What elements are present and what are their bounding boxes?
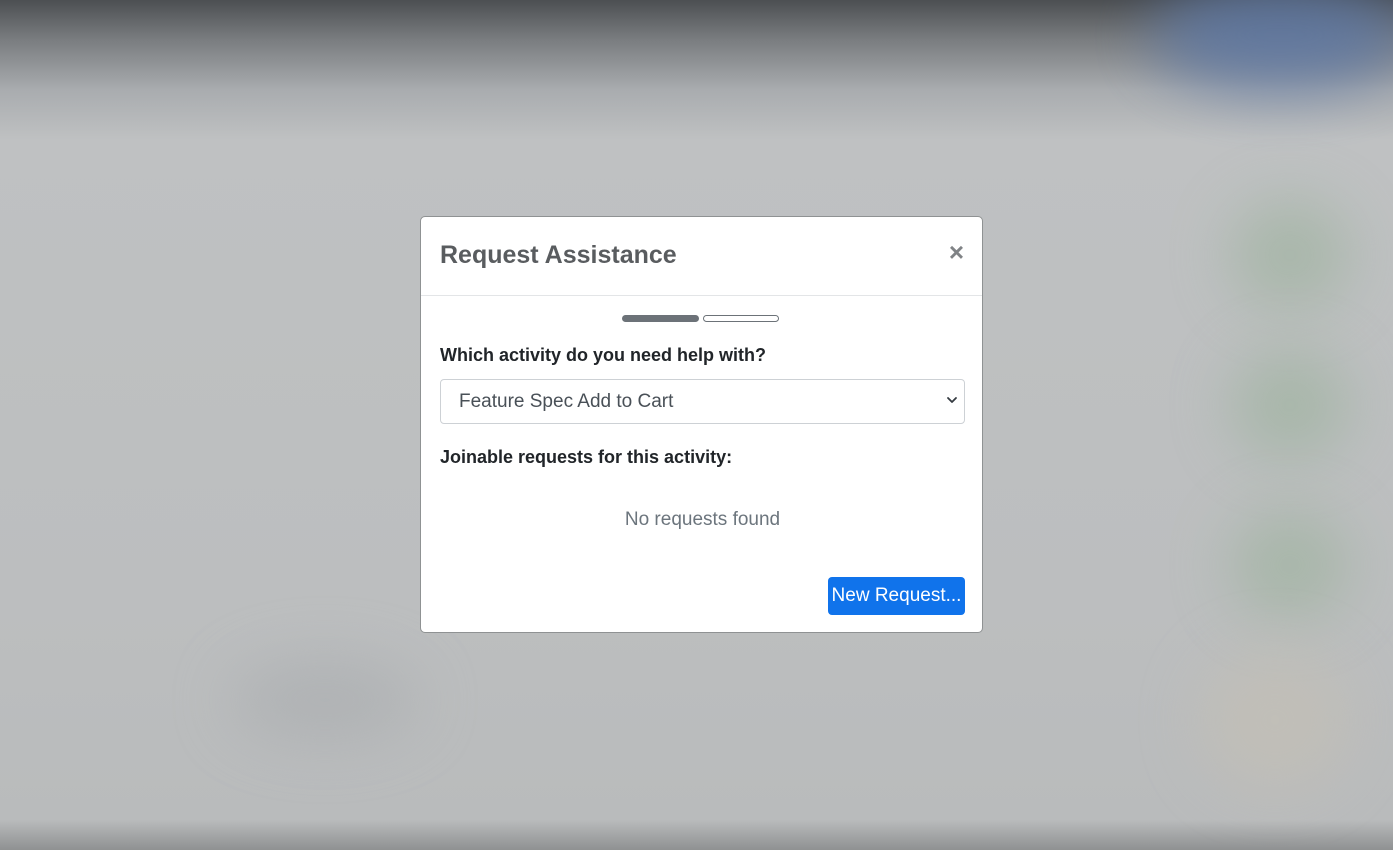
background-blob xyxy=(1230,200,1350,310)
modal-header: Request Assistance × xyxy=(421,217,982,296)
progress-step-inactive xyxy=(703,315,779,322)
joinable-requests-label: Joinable requests for this activity: xyxy=(440,447,733,467)
step-progress xyxy=(622,315,779,322)
chevron-down-icon xyxy=(947,397,957,403)
background-blob xyxy=(230,660,420,740)
activity-question-label: Which activity do you need help with? xyxy=(440,345,767,365)
background-blob xyxy=(1230,510,1350,620)
new-request-button[interactable]: New Request... xyxy=(828,577,965,615)
activity-select[interactable]: Feature Spec Add to Cart xyxy=(440,379,965,424)
close-icon[interactable]: × xyxy=(949,239,964,265)
background-blob xyxy=(1150,0,1393,90)
background-blob xyxy=(1200,650,1350,790)
activity-select-value: Feature Spec Add to Cart xyxy=(459,390,674,412)
request-assistance-modal: Request Assistance × Which activity do y… xyxy=(420,216,983,633)
background-blob xyxy=(1230,350,1350,460)
progress-step-active xyxy=(622,315,699,322)
empty-requests-message: No requests found xyxy=(624,509,781,530)
modal-title: Request Assistance xyxy=(440,241,677,269)
